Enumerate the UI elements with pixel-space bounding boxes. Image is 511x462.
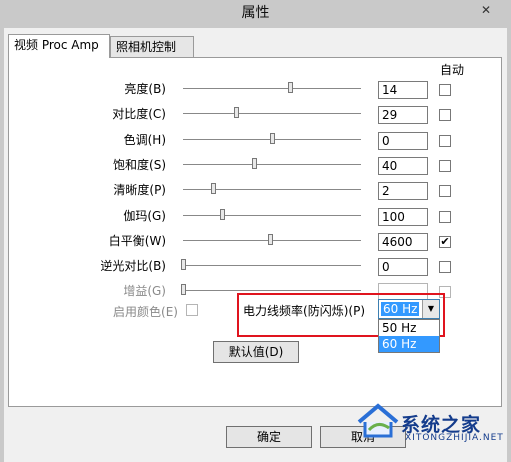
slider-thumb[interactable] [211,183,216,194]
setting-label: 增益(G) [123,284,166,298]
slider-thumb[interactable] [270,133,275,144]
powerline-selected-value: 60 Hz [381,302,420,316]
ok-button[interactable]: 确定 [226,426,312,448]
value-field[interactable]: 0 [378,132,428,150]
auto-column-header: 自动 [440,63,465,77]
slider-track[interactable] [183,164,361,166]
setting-label: 逆光对比(B) [100,259,166,273]
setting-label: 白平衡(W) [108,234,166,248]
tab-camera-control[interactable]: 照相机控制 [110,36,194,57]
value-field[interactable]: 100 [378,208,428,226]
window-frame-left [0,28,4,462]
slider-thumb[interactable] [220,209,225,220]
auto-checkbox[interactable] [439,135,451,147]
value-field[interactable]: 4600 [378,233,428,251]
slider-thumb[interactable] [288,82,293,93]
slider-track[interactable] [183,290,361,292]
watermark-logo: 系统之家 XITONGZHIJIA.NET [355,400,505,448]
house-logo-icon [357,403,399,438]
value-field[interactable]: 29 [378,106,428,124]
auto-checkbox[interactable] [439,160,451,172]
enable-color-label: 启用颜色(E) [113,305,178,319]
setting-label: 对比度(C) [112,107,166,121]
auto-checkbox[interactable]: ✔ [439,236,451,248]
chevron-down-icon[interactable]: ▼ [422,300,439,318]
slider-track[interactable] [183,88,361,90]
slider-track[interactable] [183,189,361,191]
title-bar: 属性 ✕ [0,0,511,28]
value-field[interactable]: 40 [378,157,428,175]
setting-label: 清晰度(P) [113,183,166,197]
default-button[interactable]: 默认值(D) [213,341,299,363]
auto-checkbox[interactable] [439,211,451,223]
slider-thumb[interactable] [181,284,186,295]
auto-checkbox[interactable] [439,185,451,197]
slider-track[interactable] [183,265,361,267]
value-field[interactable]: 2 [378,182,428,200]
auto-checkbox[interactable] [439,109,451,121]
dropdown-option[interactable]: 60 Hz [379,336,439,352]
setting-label: 亮度(B) [124,82,166,96]
auto-checkbox[interactable] [439,261,451,273]
dropdown-option[interactable]: 50 Hz [379,320,439,336]
slider-thumb[interactable] [234,107,239,118]
value-field[interactable]: 14 [378,81,428,99]
slider-thumb[interactable] [181,259,186,270]
value-field[interactable]: 0 [378,258,428,276]
tab-video-proc-amp[interactable]: 视频 Proc Amp [8,34,110,58]
enable-color-checkbox[interactable] [186,304,198,316]
watermark-subtext: XITONGZHIJIA.NET [405,433,504,443]
slider-thumb[interactable] [252,158,257,169]
window-frame-right [507,28,511,462]
powerline-select[interactable]: 60 Hz ▼ [378,299,440,319]
setting-label: 伽玛(G) [123,209,166,223]
setting-label: 色调(H) [123,133,166,147]
slider-track[interactable] [183,215,361,217]
slider-track[interactable] [183,113,361,115]
auto-checkbox[interactable] [439,84,451,96]
close-button[interactable]: ✕ [467,0,505,20]
powerline-label: 电力线频率(防闪烁)(P) [243,304,365,318]
window-title: 属性 [241,5,270,21]
powerline-dropdown: 50 Hz 60 Hz [378,319,440,353]
close-icon: ✕ [480,3,492,17]
slider-thumb[interactable] [268,234,273,245]
setting-label: 饱和度(S) [113,158,166,172]
